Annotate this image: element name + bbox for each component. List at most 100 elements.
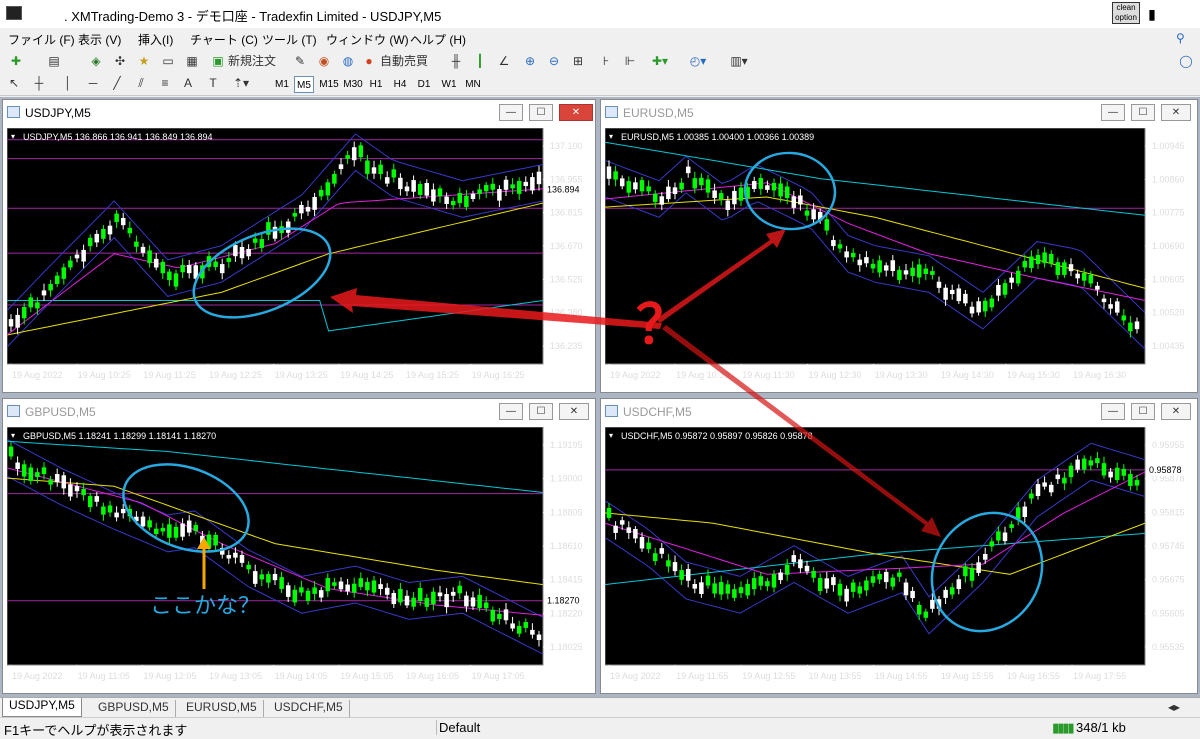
navigator-icon[interactable]: ★ (134, 53, 154, 70)
tf-h4[interactable]: H4 (391, 76, 409, 93)
maximize-button[interactable]: ☐ (1131, 403, 1155, 420)
periods-icon[interactable]: ◴▾ (684, 53, 712, 70)
horizontal-line-icon[interactable]: ─ (84, 75, 102, 92)
price-chart[interactable]: GBPUSD,M5 1.18241 1.18299 1.18141 1.1827… (7, 427, 593, 691)
tab-usdchf[interactable]: USDCHF,M5 (268, 700, 350, 717)
tf-m1[interactable]: M1 (272, 76, 292, 93)
candle-body (699, 582, 704, 594)
arrows-icon[interactable]: ⇡▾ (228, 75, 254, 92)
chart-window-usdchf[interactable]: USDCHF,M5 — ☐ ✕ USDCHF,M5 0.95872 0.9589… (600, 398, 1198, 694)
new-order-button[interactable]: 新規注文 (228, 53, 284, 70)
candle-body (61, 267, 67, 279)
maximize-button[interactable]: ☐ (1131, 104, 1155, 121)
close-button[interactable]: ✕ (1161, 104, 1191, 121)
metaeditor-icon[interactable]: ✎ (290, 53, 310, 70)
tile-windows-icon[interactable]: ⊞ (568, 53, 588, 70)
minimize-button[interactable]: — (1101, 403, 1125, 420)
community-icon[interactable]: ◯ (1176, 53, 1196, 70)
tf-m15[interactable]: M15 (318, 76, 340, 93)
vertical-line-icon[interactable]: │ (60, 75, 76, 92)
vps-icon[interactable]: ◍ (338, 53, 358, 70)
chart-window-gbpusd[interactable]: GBPUSD,M5 — ☐ ✕ GBPUSD,M5 1.18241 1.1829… (2, 398, 596, 694)
candlestick-icon[interactable]: ┃ (470, 53, 490, 70)
tabs-scroll-icon[interactable]: ◂▸ (1162, 700, 1186, 717)
zoom-out-icon[interactable]: ⊖ (544, 53, 564, 70)
strategy-tester-icon[interactable]: ▦ (182, 53, 202, 70)
profiles-icon[interactable]: ▤ (44, 53, 64, 70)
minimize-button[interactable]: — (499, 104, 523, 121)
candle-body (831, 240, 836, 247)
text-icon[interactable]: A (180, 75, 196, 92)
minimize-button[interactable]: — (1101, 104, 1125, 121)
autotrade-button[interactable]: 自動売買 (380, 53, 440, 70)
tab-eurusd[interactable]: EURUSD,M5 (180, 700, 264, 717)
bar-chart-icon[interactable]: ╫ (446, 53, 466, 70)
candle-body (219, 264, 225, 274)
price-chart[interactable]: EURUSD,M5 1.00385 1.00400 1.00366 1.0038… (605, 128, 1195, 390)
tf-w1[interactable]: W1 (439, 76, 459, 93)
minimize-button[interactable]: — (499, 403, 523, 420)
tf-h1[interactable]: H1 (367, 76, 385, 93)
channel-icon[interactable]: ⫽ (132, 75, 150, 92)
tab-gbpusd[interactable]: GBPUSD,M5 (92, 700, 176, 717)
terminal-icon[interactable]: ▭ (158, 53, 178, 70)
tf-m30[interactable]: M30 (342, 76, 364, 93)
menu-window[interactable]: ウィンドウ (W) (326, 31, 409, 48)
autoscroll-icon[interactable]: ⊩ (620, 53, 640, 70)
signals-icon[interactable]: ◉ (314, 53, 334, 70)
close-button[interactable]: ✕ (559, 403, 589, 420)
templates-icon[interactable]: ▥▾ (722, 53, 756, 70)
new-chart-icon[interactable]: ✚ (6, 53, 26, 70)
clean-option-widget[interactable]: clean option (1112, 2, 1140, 24)
trendline-icon[interactable]: ╱ (108, 75, 126, 92)
tf-m5[interactable]: M5 (294, 76, 314, 93)
chart-plot-area (605, 427, 1146, 666)
candle-body (365, 581, 370, 591)
chart-shift-icon[interactable]: ⊦ (596, 53, 616, 70)
price-chart[interactable]: USDCHF,M5 0.95872 0.95897 0.95826 0.9587… (605, 427, 1195, 691)
menu-insert[interactable]: 挿入(I) (138, 31, 173, 48)
menu-file[interactable]: ファイル (F) (8, 31, 75, 48)
maximize-button[interactable]: ☐ (529, 403, 553, 420)
tf-d1[interactable]: D1 (415, 76, 433, 93)
price-chart[interactable]: USDJPY,M5 136.866 136.941 136.849 136.89… (7, 128, 593, 390)
candle-body (424, 183, 430, 196)
chart-window-icon (7, 405, 20, 417)
candle-body (765, 581, 770, 587)
menu-help[interactable]: ヘルプ (H) (410, 31, 466, 48)
text-label-icon[interactable]: T (204, 75, 222, 92)
menu-tools[interactable]: ツール (T) (262, 31, 317, 48)
chart-window-eurusd[interactable]: EURUSD,M5 — ☐ ✕ EURUSD,M5 1.00385 1.0040… (600, 99, 1198, 393)
new-order-icon[interactable]: ▣ (210, 53, 226, 70)
menu-chart[interactable]: チャート (C) (190, 31, 258, 48)
candle-body (1042, 252, 1047, 264)
fibonacci-icon[interactable]: ≡ (156, 75, 174, 92)
candle-body (483, 184, 489, 192)
candle-body (659, 196, 665, 205)
candle-body (679, 570, 684, 580)
close-button[interactable]: ✕ (1161, 403, 1191, 420)
search-icon[interactable]: ⚲ (1176, 31, 1185, 45)
cursor-icon[interactable]: ↖ (6, 75, 22, 92)
candle-body (464, 595, 469, 607)
zoom-in-icon[interactable]: ⊕ (520, 53, 540, 70)
time-axis-label: 19 Aug 12:55 (742, 671, 795, 681)
tab-usdjpy[interactable]: USDJPY,M5 (2, 698, 82, 717)
tf-mn[interactable]: MN (463, 76, 483, 93)
close-button[interactable]: ✕ (559, 104, 593, 121)
candle-body (1088, 460, 1094, 466)
autotrade-icon[interactable]: ● (360, 53, 378, 70)
candle-body (692, 178, 698, 189)
window-caption: USDCHF,M5 — ☐ ✕ (601, 399, 1197, 425)
crosshair-icon[interactable]: ┼ (30, 75, 48, 92)
data-window-icon[interactable]: ✣ (110, 53, 130, 70)
candle-body (299, 204, 304, 214)
chart-window-usdjpy[interactable]: USDJPY,M5 — ☐ ✕ USDJPY,M5 136.866 136.94… (2, 99, 596, 393)
indicators-icon[interactable]: ✚▾ (646, 53, 674, 70)
candle-body (503, 609, 509, 621)
line-chart-icon[interactable]: ∠ (494, 53, 514, 70)
menu-view[interactable]: 表示 (V) (78, 31, 121, 48)
maximize-button[interactable]: ☐ (529, 104, 553, 121)
market-watch-icon[interactable]: ◈ (86, 53, 106, 70)
candle-body (1101, 298, 1107, 303)
